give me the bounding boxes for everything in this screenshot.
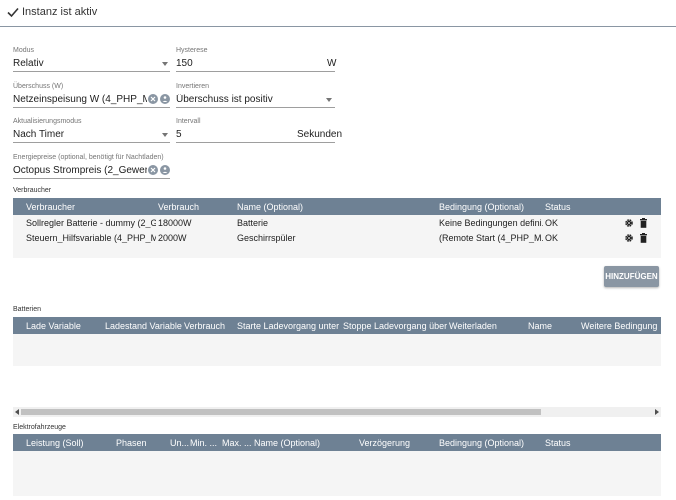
intervall-unit: Sekunden — [297, 129, 343, 140]
intervall-label: Intervall — [176, 118, 201, 125]
table-cell: Batterie — [237, 218, 269, 228]
elektro-table-body — [13, 451, 661, 496]
instance-status-title: Instanz ist aktiv — [22, 6, 98, 18]
energiepreise-underline — [13, 178, 170, 179]
table-cell: OK — [545, 218, 559, 228]
scrollbar-thumb[interactable] — [21, 409, 541, 415]
column-header[interactable]: Bedingung (Optional) — [439, 438, 524, 448]
scroll-right-icon[interactable] — [655, 409, 659, 415]
column-header[interactable]: Status — [545, 438, 571, 448]
column-header[interactable]: Name (Optional) — [254, 438, 320, 448]
horizontal-scrollbar[interactable] — [13, 407, 661, 417]
table-cell: Sollregler Batterie - dummy (2_G... — [26, 218, 156, 228]
clear-icon[interactable] — [148, 94, 158, 104]
aktualisierungsmodus-select[interactable]: Nach Timer — [13, 129, 153, 140]
hysterese-label: Hysterese — [176, 47, 208, 54]
column-header[interactable]: Min. ... — [190, 438, 217, 448]
energiepreise-select[interactable]: Octopus Strompreis (2_Gewerke\En — [13, 165, 147, 176]
scroll-left-icon[interactable] — [15, 409, 19, 415]
verbraucher-table-header: Verbraucher Verbrauch Name (Optional) Be… — [13, 198, 661, 215]
table-cell: 18000W — [158, 218, 192, 228]
table-cell: Geschirrspüler — [237, 233, 296, 243]
table-cell: (Remote Start (4_PHP_M... — [439, 233, 543, 243]
batterien-section-title: Batterien — [13, 306, 42, 313]
ueberschuss-label: Überschuss (W) — [13, 83, 64, 90]
column-header[interactable]: Name (Optional) — [237, 202, 303, 212]
column-header[interactable]: Un... — [170, 438, 189, 448]
trash-icon[interactable] — [639, 233, 648, 243]
table-row[interactable]: Sollregler Batterie - dummy (2_G... 1800… — [13, 215, 661, 231]
column-header[interactable]: Starte Ladevorgang unter — [237, 321, 339, 331]
hysterese-input[interactable]: 150 — [176, 58, 316, 69]
hysterese-unit: W — [327, 58, 337, 69]
modus-select[interactable]: Relativ — [13, 58, 153, 69]
column-header[interactable]: Weitere Bedingung — [581, 321, 657, 331]
elektro-section-title: Elektrofahrzeuge — [13, 424, 66, 431]
intervall-input[interactable]: 5 — [176, 129, 276, 140]
intervall-underline — [176, 142, 335, 143]
column-header[interactable]: Bedingung (Optional) — [439, 202, 524, 212]
gear-icon[interactable] — [624, 218, 634, 228]
energiepreise-label: Energiepreise (optional, benötigt für Na… — [13, 154, 164, 161]
column-header[interactable]: Phasen — [116, 438, 147, 448]
check-icon — [7, 7, 19, 18]
info-icon[interactable] — [160, 94, 170, 104]
aktualisierungsmodus-label: Aktualisierungsmodus — [13, 118, 82, 125]
clear-icon[interactable] — [148, 165, 158, 175]
hysterese-underline — [176, 71, 335, 72]
verbraucher-table-body: Sollregler Batterie - dummy (2_G... 1800… — [13, 215, 661, 258]
verbraucher-section-title: Verbraucher — [13, 187, 52, 194]
column-header[interactable]: Verbrauch — [158, 202, 199, 212]
column-header[interactable]: Leistung (Soll) — [26, 438, 84, 448]
aktualisierungsmodus-dropdown-icon[interactable] — [162, 133, 168, 137]
gear-icon[interactable] — [624, 233, 634, 243]
ueberschuss-underline — [13, 107, 170, 108]
ueberschuss-select[interactable]: Netzeinspeisung W (4_PHP_Module — [13, 94, 147, 105]
column-header[interactable]: Verbrauch — [184, 321, 225, 331]
info-icon[interactable] — [160, 165, 170, 175]
column-header[interactable]: Max. ... — [222, 438, 252, 448]
column-header[interactable]: Name — [528, 321, 552, 331]
table-cell: Steuern_Hilfsvariable (4_PHP_M... — [26, 233, 156, 243]
aktualisierungsmodus-underline — [13, 142, 170, 143]
batterien-table-header: Lade Variable Ladestand Variable Verbrau… — [13, 317, 661, 334]
column-header[interactable]: Weiterladen — [449, 321, 497, 331]
column-header[interactable]: Ladestand Variable — [105, 321, 182, 331]
add-verbraucher-button[interactable]: HINZUFÜGEN — [604, 266, 659, 287]
invertieren-label: Invertieren — [176, 83, 210, 90]
table-cell: OK — [545, 233, 559, 243]
modus-dropdown-icon[interactable] — [162, 62, 168, 66]
column-header[interactable]: Verzögerung — [359, 438, 410, 448]
invertieren-select[interactable]: Überschuss ist positiv — [176, 94, 316, 105]
column-header[interactable]: Verbraucher — [26, 202, 75, 212]
batterien-table-body — [13, 334, 661, 366]
column-header[interactable]: Stoppe Ladevorgang über — [343, 321, 447, 331]
modus-underline — [13, 71, 170, 72]
column-header[interactable]: Status — [545, 202, 571, 212]
column-header[interactable]: Lade Variable — [26, 321, 81, 331]
elektro-table-header: Leistung (Soll) Phasen Un... Min. ... Ma… — [13, 434, 661, 451]
invertieren-underline — [176, 107, 335, 108]
table-cell: 2000W — [158, 233, 187, 243]
table-row[interactable]: Steuern_Hilfsvariable (4_PHP_M... 2000W … — [13, 230, 661, 246]
instance-status-bar: Instanz ist aktiv — [0, 0, 676, 27]
table-cell: Keine Bedingungen defini... — [439, 218, 543, 228]
trash-icon[interactable] — [639, 218, 648, 228]
modus-label: Modus — [13, 47, 35, 54]
invertieren-dropdown-icon[interactable] — [326, 98, 332, 102]
